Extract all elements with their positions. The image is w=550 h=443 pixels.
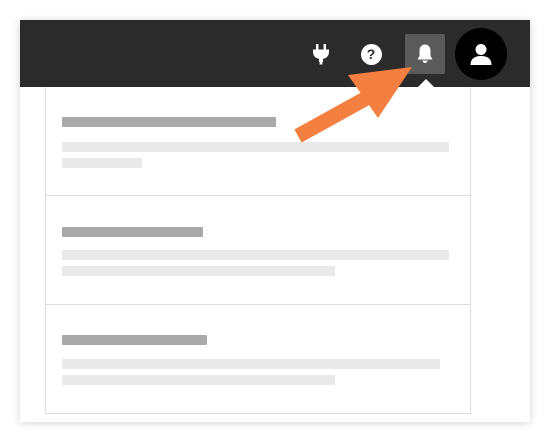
notification-body-placeholder: [62, 359, 440, 369]
notification-body-placeholder: [62, 266, 335, 276]
plug-icon: [313, 44, 329, 65]
notification-body-placeholder: [62, 142, 449, 152]
notification-item[interactable]: [46, 196, 470, 305]
notification-title-placeholder: [62, 117, 276, 127]
notification-title-placeholder: [62, 335, 207, 345]
help-button[interactable]: ?: [351, 34, 391, 74]
notification-title-placeholder: [62, 227, 203, 237]
integrations-button[interactable]: [301, 34, 341, 74]
stage: ?: [0, 0, 550, 443]
notification-body-placeholder: [62, 250, 449, 260]
notification-item[interactable]: [46, 87, 470, 196]
profile-avatar-button[interactable]: [455, 28, 507, 80]
notification-body-placeholder: [62, 158, 142, 168]
top-navigation-bar: ?: [20, 20, 530, 87]
notifications-button[interactable]: [405, 34, 445, 74]
help-icon: ?: [360, 43, 382, 65]
dropdown-caret: [418, 79, 434, 87]
notifications-panel: [45, 87, 471, 414]
app-window: ?: [20, 20, 530, 422]
notification-body-placeholder: [62, 375, 335, 385]
notification-item[interactable]: [46, 305, 470, 413]
user-icon: [470, 44, 492, 65]
help-glyph: ?: [366, 46, 376, 62]
bell-icon: [417, 44, 433, 63]
